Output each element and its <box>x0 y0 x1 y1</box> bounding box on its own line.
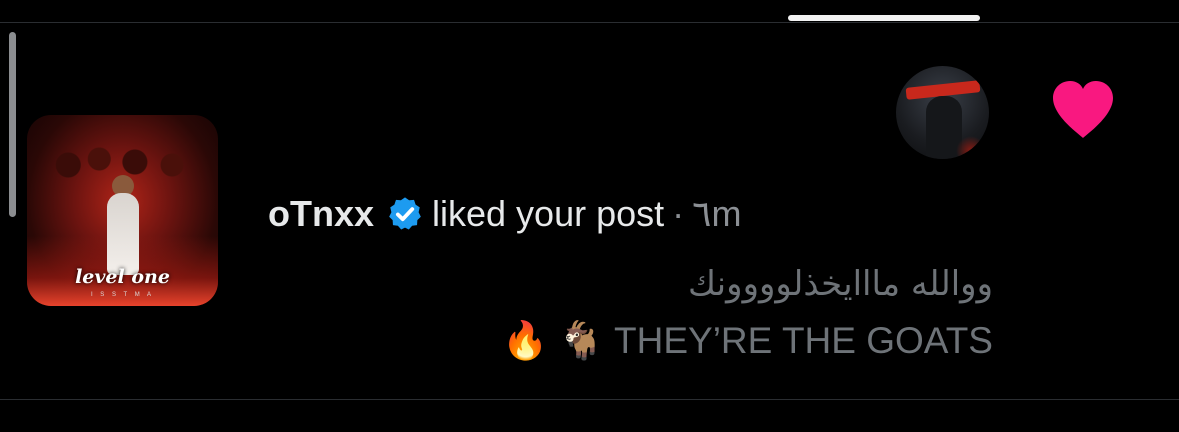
thumbnail-brand-sub: I S S T M A <box>90 292 155 298</box>
thumbnail-figure <box>107 193 139 275</box>
timestamp: ٦m <box>692 193 742 234</box>
scrollbar[interactable] <box>9 32 16 217</box>
top-divider <box>0 22 1179 23</box>
home-indicator <box>788 15 980 21</box>
avatar-glow <box>956 136 986 159</box>
user-avatar[interactable] <box>896 66 989 159</box>
thumbnail-brand-logo: level one <box>75 266 170 288</box>
comment-line-arabic: ووالله مااايخذلوووونك <box>688 264 993 304</box>
heart-icon <box>1053 81 1113 138</box>
verified-badge-icon <box>389 197 421 230</box>
bottom-divider <box>0 399 1179 400</box>
username-link[interactable]: oTnxx <box>268 192 374 236</box>
separator-dot: · <box>672 193 685 234</box>
action-text: liked your post <box>432 193 665 234</box>
comment-line-english: 🔥 🐐 THEY’RE THE GOATS <box>502 320 993 361</box>
post-thumbnail[interactable]: level one I S S T M A <box>27 115 218 306</box>
notification-text: oTnxx liked your post · ٦m <box>268 192 741 236</box>
